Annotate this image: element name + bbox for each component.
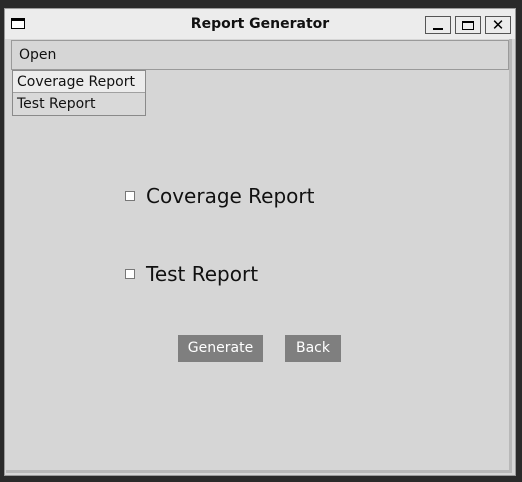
- close-button[interactable]: ✕: [485, 16, 511, 34]
- test-report-label[interactable]: Test Report: [146, 262, 258, 286]
- coverage-report-checkbox[interactable]: [125, 191, 135, 201]
- menu-item-coverage-report[interactable]: Coverage Report: [13, 71, 145, 93]
- maximize-icon: [462, 20, 474, 30]
- menu-item-test-report[interactable]: Test Report: [13, 93, 145, 115]
- coverage-report-label[interactable]: Coverage Report: [146, 184, 314, 208]
- generate-button[interactable]: Generate: [178, 335, 263, 362]
- title-bar[interactable]: Report Generator ✕: [5, 9, 515, 39]
- coverage-report-option: Coverage Report: [125, 184, 314, 208]
- test-report-option: Test Report: [125, 262, 258, 286]
- menu-open[interactable]: Open: [19, 41, 56, 69]
- test-report-checkbox[interactable]: [125, 269, 135, 279]
- minimize-icon: [433, 28, 443, 30]
- report-generator-window: Report Generator ✕ Open Coverage Report …: [4, 8, 516, 476]
- back-button[interactable]: Back: [285, 335, 341, 362]
- close-icon: ✕: [491, 15, 505, 34]
- open-dropdown-menu: Coverage Report Test Report: [12, 70, 146, 116]
- minimize-button[interactable]: [425, 16, 451, 34]
- menu-bar: Open: [11, 40, 509, 70]
- maximize-button[interactable]: [455, 16, 481, 34]
- desktop-background: Report Generator ✕ Open Coverage Report …: [0, 0, 522, 482]
